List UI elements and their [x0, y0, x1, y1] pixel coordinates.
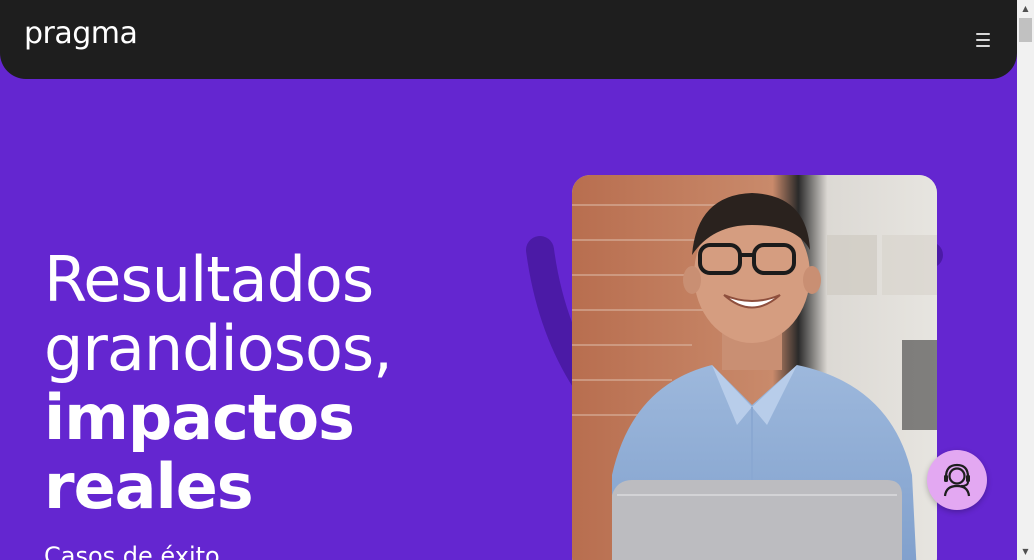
person-photo-illustration — [572, 175, 937, 560]
hero-title-line-2: grandiosos, — [44, 312, 393, 385]
hero-title: Resultados grandiosos, impactos reales — [44, 243, 393, 523]
page: pragma Resultados grandiosos, impactos r… — [0, 0, 1017, 560]
support-agent-icon — [943, 463, 971, 497]
hero-photo — [572, 175, 937, 560]
scrollbar-thumb[interactable] — [1019, 18, 1032, 42]
hero-title-line-1: Resultados — [44, 243, 374, 316]
hamburger-menu-icon[interactable] — [970, 30, 996, 50]
vertical-scrollbar[interactable]: ▲ ▼ — [1017, 0, 1034, 560]
scroll-up-arrow-icon[interactable]: ▲ — [1021, 4, 1030, 13]
scroll-down-arrow-icon[interactable]: ▼ — [1021, 547, 1030, 556]
pragma-logo[interactable]: pragma — [24, 19, 138, 49]
hero-title-line-3: impactos — [44, 381, 355, 454]
support-chat-button[interactable] — [927, 450, 987, 510]
hero-title-line-4: reales — [44, 450, 254, 523]
top-navbar: pragma — [0, 0, 1017, 79]
hero-subtitle-link[interactable]: Casos de éxito — [44, 542, 220, 560]
